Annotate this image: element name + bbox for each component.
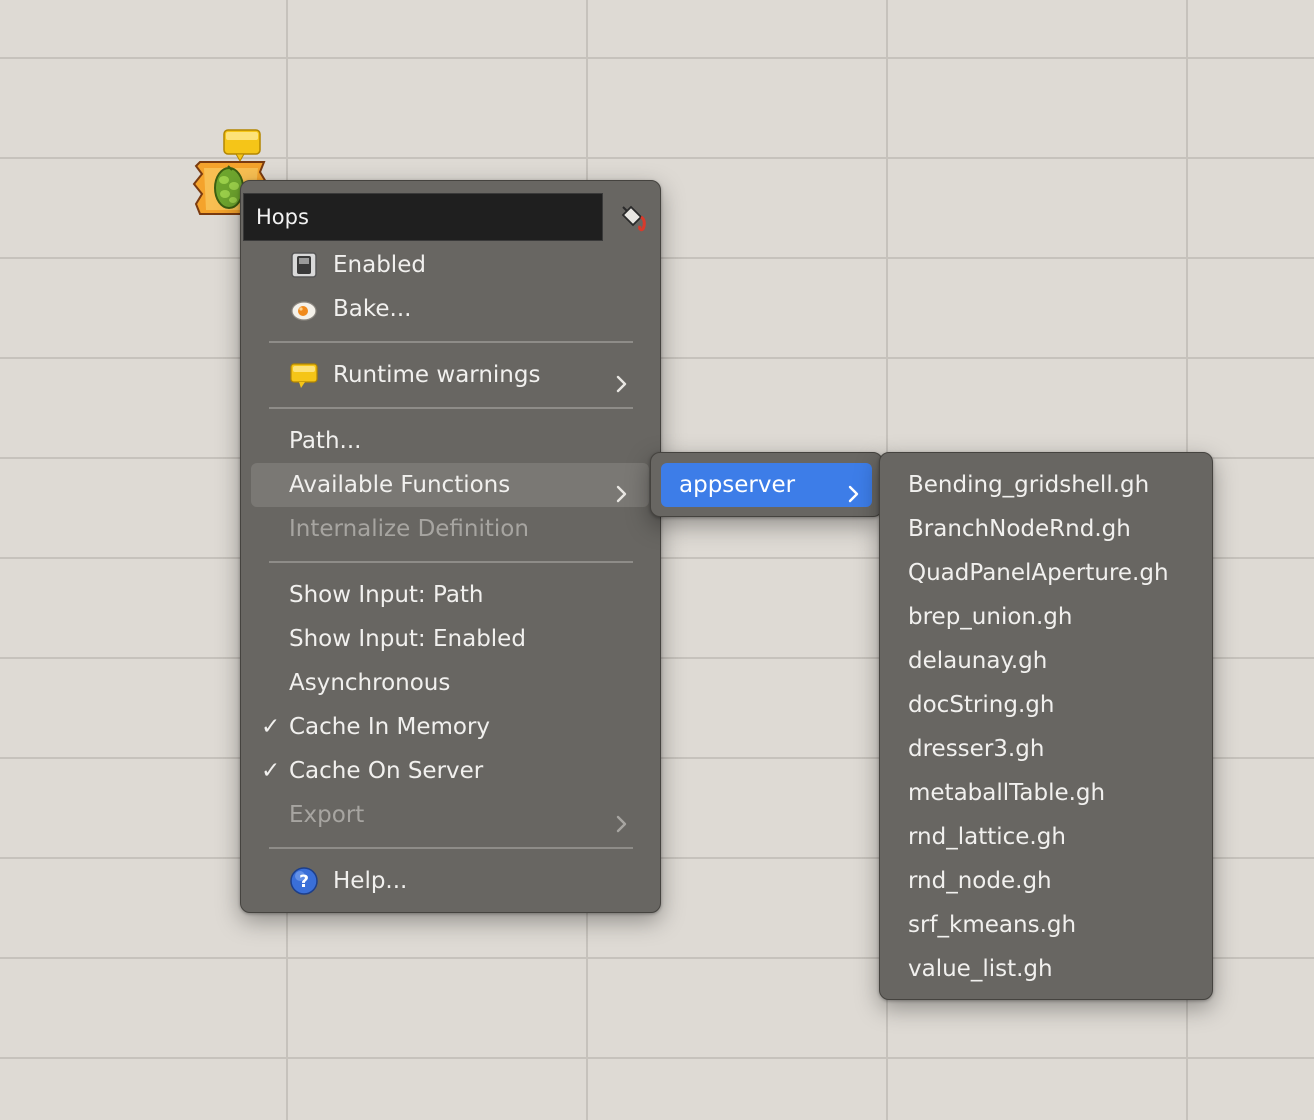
function-item-label: dresser3.gh [908,736,1045,762]
function-item-label: brep_union.gh [908,604,1073,630]
menu-item-label: Available Functions [289,472,511,498]
menu-item-cache-in-memory[interactable]: ✓ Cache In Memory [251,705,649,749]
menu-item-path[interactable]: Path... [251,419,649,463]
menu-item-label: Show Input: Enabled [289,626,526,652]
function-item-label: rnd_lattice.gh [908,824,1066,850]
menu-item-cache-on-server[interactable]: ✓ Cache On Server [251,749,649,793]
menu-item-label: Help... [333,868,408,894]
function-list-menu: Bending_gridshell.gh BranchNodeRnd.gh Qu… [879,452,1213,1000]
bake-egg-icon [289,294,319,324]
menu-item-label: Export [289,802,365,828]
menu-item-label: Enabled [333,252,426,278]
function-item-label: metaballTable.gh [908,780,1106,806]
speech-bubble-warning-icon [223,129,261,163]
chevron-right-icon [615,805,629,833]
menu-item-label: Show Input: Path [289,582,484,608]
component-name-field[interactable] [243,193,603,241]
menu-item-available-functions[interactable]: Available Functions [251,463,649,507]
menu-separator [269,341,633,343]
menu-item-label: Bake... [333,296,412,322]
function-item[interactable]: dresser3.gh [890,727,1202,771]
function-item[interactable]: rnd_node.gh [890,859,1202,903]
function-item[interactable]: docString.gh [890,683,1202,727]
function-item-label: rnd_node.gh [908,868,1052,894]
paint-bucket-icon[interactable] [617,203,649,235]
function-item[interactable]: Bending_gridshell.gh [890,463,1202,507]
context-menu: Enabled Bake... Runtime warnings Path... [240,180,661,913]
speech-bubble-warning-icon [289,360,319,390]
checkmark-icon: ✓ [261,714,281,740]
menu-separator [269,407,633,409]
function-item-label: value_list.gh [908,956,1053,982]
function-item[interactable]: srf_kmeans.gh [890,903,1202,947]
menu-item-label: Runtime warnings [333,362,541,388]
menu-item-label: Internalize Definition [289,516,529,542]
component-name-input[interactable] [256,194,586,240]
checkmark-icon: ✓ [261,758,281,784]
menu-separator [269,847,633,849]
menu-item-show-input-path[interactable]: Show Input: Path [251,573,649,617]
switch-icon [289,250,319,280]
chevron-right-icon [847,475,861,503]
function-item[interactable]: value_list.gh [890,947,1202,991]
function-item[interactable]: rnd_lattice.gh [890,815,1202,859]
menu-item-asynchronous[interactable]: Asynchronous [251,661,649,705]
available-functions-submenu: appserver [650,452,883,517]
function-item-label: QuadPanelAperture.gh [908,560,1169,586]
function-item-label: BranchNodeRnd.gh [908,516,1131,542]
function-item[interactable]: QuadPanelAperture.gh [890,551,1202,595]
menu-item-label: Cache On Server [289,758,484,784]
chevron-right-icon [615,365,629,393]
function-item[interactable]: metaballTable.gh [890,771,1202,815]
menu-item-bake[interactable]: Bake... [251,287,649,331]
menu-item-label: Cache In Memory [289,714,491,740]
function-item-label: delaunay.gh [908,648,1048,674]
help-question-icon: ? [289,866,319,896]
menu-item-label: Asynchronous [289,670,451,696]
menu-item-label: Path... [289,428,362,454]
menu-item-enabled[interactable]: Enabled [251,243,649,287]
svg-text:?: ? [299,872,309,892]
submenu-item-label: appserver [679,472,796,498]
menu-separator [269,561,633,563]
submenu-item-appserver[interactable]: appserver [661,463,872,507]
function-item-label: srf_kmeans.gh [908,912,1077,938]
menu-item-internalize-definition: Internalize Definition [251,507,649,551]
menu-item-show-input-enabled[interactable]: Show Input: Enabled [251,617,649,661]
menu-item-help[interactable]: ? Help... [251,859,649,903]
function-item[interactable]: BranchNodeRnd.gh [890,507,1202,551]
function-item[interactable]: delaunay.gh [890,639,1202,683]
chevron-right-icon [615,475,629,503]
function-item-label: Bending_gridshell.gh [908,472,1150,498]
function-item-label: docString.gh [908,692,1055,718]
menu-item-runtime-warnings[interactable]: Runtime warnings [251,353,649,397]
menu-item-export: Export [251,793,649,837]
function-item[interactable]: brep_union.gh [890,595,1202,639]
